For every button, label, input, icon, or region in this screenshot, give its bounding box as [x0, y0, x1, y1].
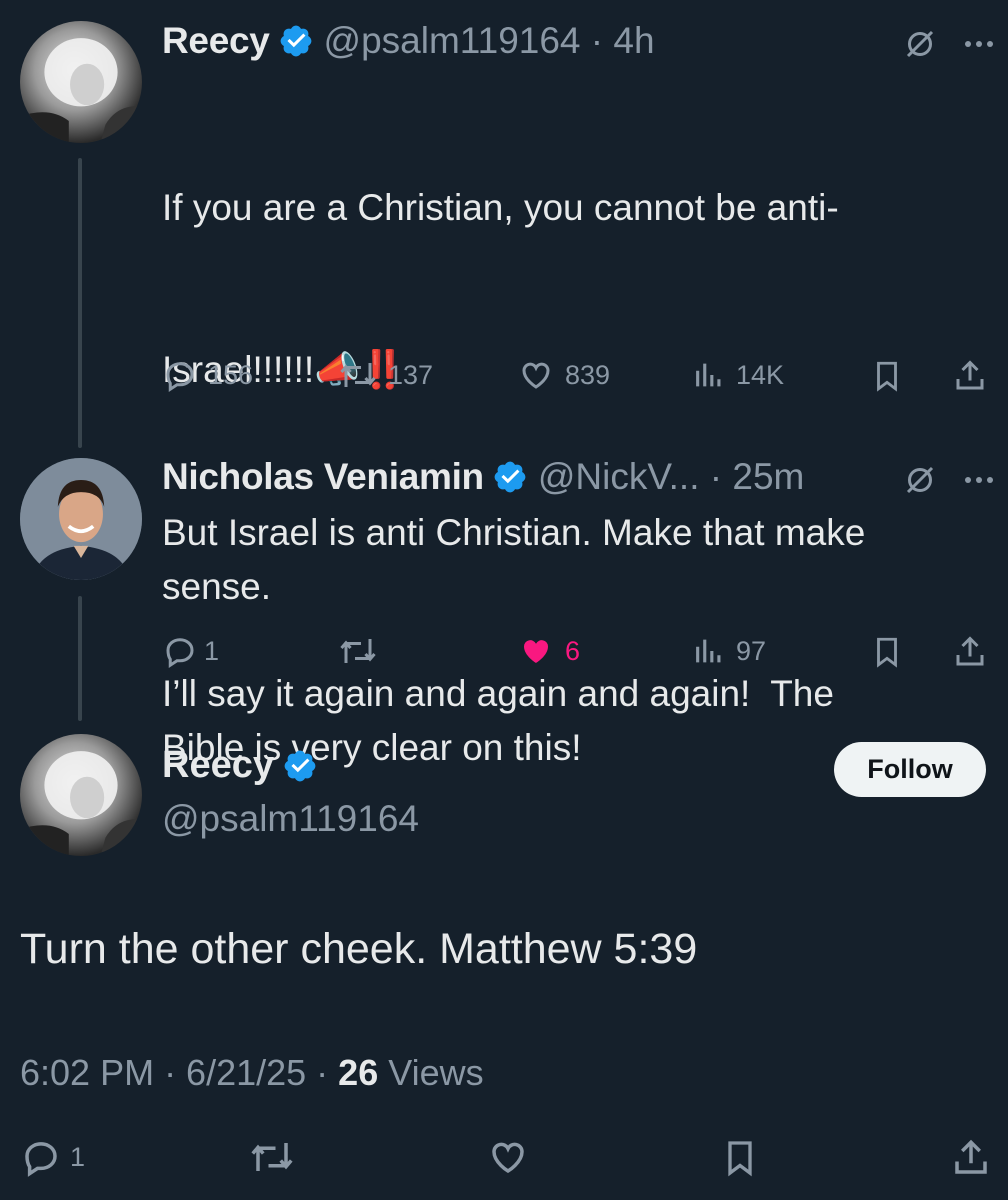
repost-icon	[338, 633, 378, 669]
reply-count: 1	[70, 1141, 86, 1172]
thread-line	[78, 596, 82, 721]
main-actions: 1	[20, 1136, 994, 1180]
avatar-nicholas[interactable]	[20, 458, 142, 580]
verified-badge-icon	[492, 459, 528, 495]
bookmark-button[interactable]	[870, 633, 904, 671]
share-button[interactable]	[952, 357, 988, 395]
tweet2-header: Nicholas Veniamin @NickV... · 25m	[162, 456, 804, 498]
display-name[interactable]: Nicholas Veniamin	[162, 456, 484, 498]
tweet1-header: Reecy @psalm119164 · 4h	[162, 20, 655, 62]
repost-icon	[248, 1136, 296, 1178]
conversation-page: Reecy @psalm119164 · 4h If you are a Chr…	[0, 0, 1008, 1200]
like-count: 839	[565, 359, 611, 390]
handle-and-time[interactable]: @psalm119164 · 4h	[324, 20, 655, 62]
tweet2-actions: 1 6 97	[162, 633, 994, 677]
views-label: Views	[378, 1052, 484, 1093]
share-button[interactable]	[950, 1136, 992, 1180]
timestamp[interactable]: 6:02 PM · 6/21/25 ·	[20, 1052, 338, 1093]
repost-button[interactable]	[248, 1136, 296, 1178]
views-icon	[692, 633, 726, 669]
share-button[interactable]	[952, 633, 988, 671]
verified-badge-icon	[282, 748, 318, 784]
bookmark-button[interactable]	[720, 1136, 760, 1180]
share-icon	[950, 1136, 992, 1180]
share-icon	[952, 633, 988, 671]
avatar-reecy-main[interactable]	[20, 734, 142, 856]
tweet1-line1: If you are a Christian, you cannot be an…	[162, 187, 839, 228]
more-icon[interactable]	[964, 39, 994, 49]
tweet2-top-icons	[902, 462, 994, 498]
more-icon[interactable]	[964, 475, 994, 485]
like-icon	[486, 1136, 530, 1178]
reply-button[interactable]: 1	[162, 633, 219, 669]
like-icon	[517, 357, 555, 393]
reply-icon	[20, 1136, 62, 1178]
bookmark-button[interactable]	[870, 357, 904, 395]
bookmark-icon	[870, 357, 904, 395]
reply-icon	[162, 633, 198, 669]
views-icon	[692, 357, 726, 393]
grok-icon[interactable]	[902, 462, 938, 498]
follow-button[interactable]: Follow	[834, 742, 986, 797]
reply-icon	[162, 357, 198, 393]
display-name[interactable]: Reecy	[162, 744, 274, 787]
reply-button[interactable]: 156	[162, 357, 253, 393]
tweet2-text: But Israel is anti Christian. Make that …	[162, 512, 866, 607]
main-tweet-text: Turn the other cheek. Matthew 5:39	[20, 925, 698, 973]
views-button[interactable]: 97	[692, 633, 766, 669]
repost-icon	[338, 357, 378, 393]
verified-badge-icon	[278, 23, 314, 59]
tweet1-actions: 156 137 839 14K	[162, 357, 994, 401]
main-handle[interactable]: @psalm119164	[162, 798, 419, 840]
repost-count: 137	[388, 359, 434, 390]
views-count: 14K	[736, 359, 785, 390]
views-button[interactable]: 14K	[692, 357, 784, 393]
repost-button[interactable]	[338, 633, 388, 669]
repost-button[interactable]: 137	[338, 357, 433, 393]
like-button[interactable]: 839	[517, 357, 610, 393]
avatar-reecy[interactable]	[20, 21, 142, 143]
handle-and-time[interactable]: @NickV... · 25m	[538, 456, 804, 498]
bookmark-icon	[720, 1136, 760, 1180]
main-author: Reecy	[162, 744, 318, 787]
reply-count: 1	[204, 635, 220, 666]
bookmark-icon	[870, 633, 904, 671]
reply-count: 156	[208, 359, 254, 390]
thread-line	[78, 158, 82, 448]
grok-icon[interactable]	[902, 26, 938, 62]
like-count: 6	[565, 635, 581, 666]
display-name[interactable]: Reecy	[162, 20, 270, 62]
reply-button[interactable]: 1	[20, 1136, 85, 1178]
like-icon-filled	[517, 633, 555, 669]
views-count: 26	[338, 1052, 379, 1093]
views-count: 97	[736, 635, 767, 666]
like-button[interactable]	[486, 1136, 530, 1178]
like-button[interactable]: 6	[517, 633, 580, 669]
tweet1-top-icons	[902, 26, 994, 62]
timestamp-line: 6:02 PM · 6/21/25 · 26 Views	[20, 1052, 484, 1094]
share-icon	[952, 357, 988, 395]
